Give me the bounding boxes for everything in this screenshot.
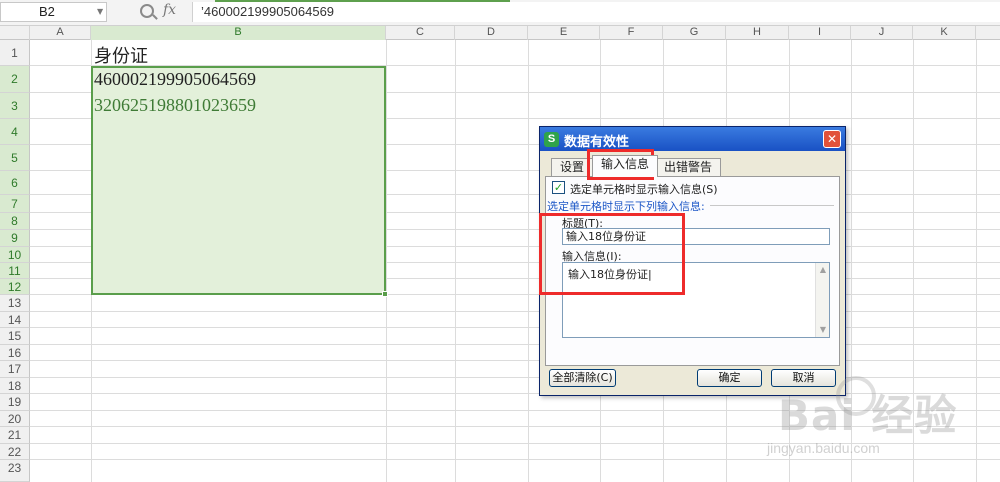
formula-input[interactable]: ’460002199905064569 bbox=[192, 2, 1000, 22]
column-header-f[interactable]: F bbox=[600, 26, 663, 40]
row-header-20[interactable]: 20 bbox=[0, 411, 30, 427]
highlight-fields-annotation bbox=[539, 213, 685, 295]
row-header-15[interactable]: 15 bbox=[0, 328, 30, 345]
column-header-h[interactable]: H bbox=[726, 26, 789, 40]
ok-button[interactable]: 确定 bbox=[697, 369, 762, 387]
watermark-url: jingyan.baidu.com bbox=[767, 440, 880, 456]
clear-all-button[interactable]: 全部清除(C) bbox=[549, 369, 616, 387]
cell-b3[interactable]: 320625198801023659 bbox=[94, 95, 256, 116]
fill-handle[interactable] bbox=[382, 291, 388, 297]
row-header-17[interactable]: 17 bbox=[0, 361, 30, 378]
show-input-message-checkbox[interactable]: ✓ bbox=[552, 181, 565, 194]
row-header-6[interactable]: 6 bbox=[0, 171, 30, 195]
watermark-brand: Bai 经验 bbox=[778, 391, 958, 440]
close-button[interactable]: ✕ bbox=[823, 130, 841, 148]
show-input-message-label[interactable]: 选定单元格时显示输入信息(S) bbox=[570, 181, 718, 197]
column-header-e[interactable]: E bbox=[528, 26, 600, 40]
cell-b1[interactable]: 身份证 bbox=[94, 42, 148, 68]
dialog-title: 数据有效性 bbox=[564, 135, 630, 150]
zoom-icon[interactable] bbox=[140, 4, 154, 18]
row-header-11[interactable]: 11 bbox=[0, 263, 30, 279]
section-divider bbox=[710, 205, 834, 206]
column-header-k[interactable]: K bbox=[913, 26, 976, 40]
column-header-b[interactable]: B bbox=[91, 26, 386, 40]
row-header-13[interactable]: 13 bbox=[0, 295, 30, 312]
row-header-14[interactable]: 14 bbox=[0, 312, 30, 328]
tab-input-message[interactable]: 输入信息 bbox=[592, 155, 659, 177]
scroll-down-icon[interactable]: ▼ bbox=[817, 324, 829, 336]
row-header-19[interactable]: 19 bbox=[0, 394, 30, 411]
column-header-g[interactable]: G bbox=[663, 26, 726, 40]
row-header-3[interactable]: 3 bbox=[0, 93, 30, 119]
row-header-23[interactable]: 23 bbox=[0, 460, 30, 482]
row-header-16[interactable]: 16 bbox=[0, 345, 30, 361]
row-header-4[interactable]: 4 bbox=[0, 119, 30, 145]
section-label: 选定单元格时显示下列输入信息: bbox=[547, 200, 705, 213]
row-header-10[interactable]: 10 bbox=[0, 247, 30, 263]
formula-bar: B2 ▼ fx ’460002199905064569 bbox=[0, 0, 1000, 26]
row-header-2[interactable]: 2 bbox=[0, 66, 30, 93]
name-box[interactable]: B2 bbox=[0, 2, 107, 22]
row-header-18[interactable]: 18 bbox=[0, 378, 30, 394]
column-header-c[interactable]: C bbox=[386, 26, 455, 40]
wps-logo-icon: S bbox=[544, 132, 559, 147]
row-header-8[interactable]: 8 bbox=[0, 213, 30, 230]
select-all-corner[interactable] bbox=[0, 26, 30, 40]
row-header-22[interactable]: 22 bbox=[0, 444, 30, 460]
column-header-j[interactable]: J bbox=[851, 26, 913, 40]
column-header-d[interactable]: D bbox=[455, 26, 528, 40]
cell-b2[interactable]: 460002199905064569 bbox=[94, 69, 256, 90]
message-scrollbar[interactable]: ▲ ▼ bbox=[815, 263, 829, 337]
dialog-titlebar[interactable]: S 数据有效性 ✕ bbox=[540, 127, 845, 151]
row-header-1[interactable]: 1 bbox=[0, 40, 30, 66]
column-headers: A B C D E F G H I J K bbox=[0, 26, 1000, 40]
column-header-a[interactable]: A bbox=[30, 26, 91, 40]
scroll-up-icon[interactable]: ▲ bbox=[817, 264, 829, 276]
row-header-21[interactable]: 21 bbox=[0, 427, 30, 444]
fx-icon[interactable]: fx bbox=[163, 2, 176, 18]
tab-error-alert[interactable]: 出错警告 bbox=[655, 158, 722, 176]
row-header-9[interactable]: 9 bbox=[0, 230, 30, 247]
row-header-12[interactable]: 12 bbox=[0, 279, 30, 295]
row-header-5[interactable]: 5 bbox=[0, 145, 30, 171]
column-header-i[interactable]: I bbox=[789, 26, 851, 40]
row-header-7[interactable]: 7 bbox=[0, 195, 30, 213]
chevron-down-icon[interactable]: ▼ bbox=[97, 7, 103, 16]
